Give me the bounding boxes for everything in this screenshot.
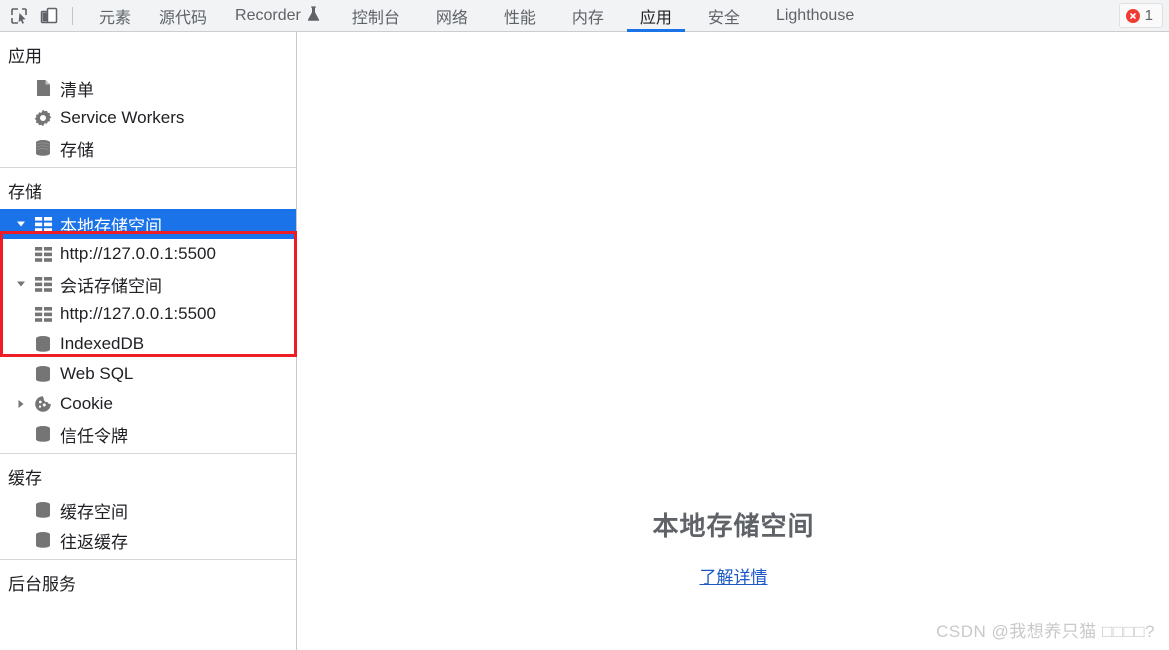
chevron-down-icon[interactable]: [12, 219, 30, 229]
sidebar-item-label: Cookie: [60, 394, 113, 413]
sidebar-item-label: 会话存储空间: [60, 276, 162, 296]
device-toolbar-icon[interactable]: [34, 1, 64, 31]
sidebar-item-cache-storage[interactable]: 缓存空间: [0, 495, 296, 525]
sidebar-section-application: 应用 清单 Service Workers 存储: [0, 32, 296, 168]
tab-label: 安全: [707, 9, 740, 27]
sidebar-item-label: http://127.0.0.1:5500: [60, 304, 216, 323]
tab-label: 应用: [639, 9, 672, 27]
sidebar-item-label: http://127.0.0.1:5500: [60, 244, 216, 263]
sidebar-item-service-workers[interactable]: Service Workers: [0, 103, 296, 133]
sidebar-item-label: 往返缓存: [60, 532, 128, 552]
sidebar-section-cache: 缓存 缓存空间 往返缓存: [0, 454, 296, 560]
error-circle-icon: [1125, 8, 1140, 23]
chevron-right-icon[interactable]: [12, 399, 30, 409]
csdn-watermark: CSDN @我想养只猫 □□□□?: [936, 622, 1155, 641]
error-count: 1: [1144, 7, 1153, 24]
flask-icon: [307, 5, 320, 26]
tab-application[interactable]: 应用: [622, 0, 690, 32]
table-icon: [30, 306, 56, 322]
sidebar-item-label: 信任令牌: [60, 426, 128, 446]
page-title: 本地存储空间: [652, 511, 815, 541]
sidebar-item-local-storage-origin[interactable]: http://127.0.0.1:5500: [0, 239, 296, 269]
sidebar-item-label: IndexedDB: [60, 334, 145, 353]
sidebar-item-session-storage[interactable]: 会话存储空间: [0, 269, 296, 299]
tab-label: 元素: [99, 9, 132, 27]
sidebar-item-session-storage-origin[interactable]: http://127.0.0.1:5500: [0, 299, 296, 329]
tab-network[interactable]: 网络: [418, 0, 486, 32]
tab-label: Lighthouse: [775, 6, 855, 24]
tab-label: 网络: [435, 9, 468, 27]
database-icon: [30, 501, 56, 519]
sidebar-item-storage[interactable]: 存储: [0, 133, 296, 163]
application-sidebar[interactable]: 应用 清单 Service Workers 存储 存储 本地存储空间 http:…: [0, 32, 297, 650]
sidebar-item-label: 本地存储空间: [60, 216, 162, 236]
table-icon: [30, 276, 56, 292]
sidebar-item-label: 缓存空间: [60, 502, 128, 522]
database-icon: [30, 139, 56, 157]
toolbar-divider: [72, 6, 73, 25]
gear-icon: [30, 109, 56, 127]
learn-more-link[interactable]: 了解详情: [700, 563, 768, 588]
error-count-badge[interactable]: 1: [1118, 3, 1163, 28]
section-title: 存储: [8, 183, 42, 202]
tab-recorder[interactable]: Recorder: [221, 0, 334, 32]
sidebar-item-label: Service Workers: [60, 108, 185, 127]
sidebar-item-trust-tokens[interactable]: 信任令牌: [0, 419, 296, 449]
tab-memory[interactable]: 内存: [554, 0, 622, 32]
empty-state: 本地存储空间 了解详情: [298, 506, 1169, 588]
sidebar-item-label: Web SQL: [60, 364, 134, 383]
tab-performance[interactable]: 性能: [486, 0, 554, 32]
table-icon: [30, 216, 56, 232]
sidebar-section-background-services: 后台服务: [0, 560, 296, 605]
tab-sources[interactable]: 源代码: [145, 0, 221, 32]
tab-label: 源代码: [159, 9, 208, 27]
sidebar-item-local-storage[interactable]: 本地存储空间: [0, 209, 296, 239]
sidebar-item-back-forward-cache[interactable]: 往返缓存: [0, 525, 296, 555]
tab-console[interactable]: 控制台: [334, 0, 418, 32]
sidebar-item-web-sql[interactable]: Web SQL: [0, 359, 296, 389]
document-icon: [30, 79, 56, 97]
inspect-element-icon[interactable]: [4, 1, 34, 31]
table-icon: [30, 246, 56, 262]
tab-label: 控制台: [351, 9, 400, 27]
storage-main-panel: 本地存储空间 了解详情 CSDN @我想养只猫 □□□□?: [298, 32, 1169, 650]
tab-label: Recorder: [235, 6, 301, 24]
section-title: 后台服务: [8, 575, 76, 594]
database-icon: [30, 425, 56, 443]
devtools-toolbar: 元素 源代码 Recorder 控制台 网络 性能 内存 应用 安全 Light…: [0, 0, 1169, 32]
tab-elements[interactable]: 元素: [85, 0, 145, 32]
section-title: 应用: [8, 47, 42, 66]
sidebar-item-label: 存储: [60, 140, 94, 160]
panel-tabs: 元素 源代码 Recorder 控制台 网络 性能 内存 应用 安全 Light…: [85, 0, 872, 32]
chevron-down-icon[interactable]: [12, 279, 30, 289]
database-icon: [30, 335, 56, 353]
cookie-icon: [30, 395, 56, 413]
tab-label: 内存: [571, 9, 604, 27]
sidebar-item-indexeddb[interactable]: IndexedDB: [0, 329, 296, 359]
section-title: 缓存: [8, 469, 42, 488]
tab-label: 性能: [503, 9, 536, 27]
sidebar-section-storage: 存储 本地存储空间 http://127.0.0.1:5500 会话存储空间 h…: [0, 168, 296, 454]
tab-security[interactable]: 安全: [690, 0, 758, 32]
tab-lighthouse[interactable]: Lighthouse: [758, 0, 872, 32]
sidebar-item-cookie[interactable]: Cookie: [0, 389, 296, 419]
sidebar-item-label: 清单: [60, 80, 94, 100]
database-icon: [30, 365, 56, 383]
database-icon: [30, 531, 56, 549]
sidebar-item-manifest[interactable]: 清单: [0, 73, 296, 103]
